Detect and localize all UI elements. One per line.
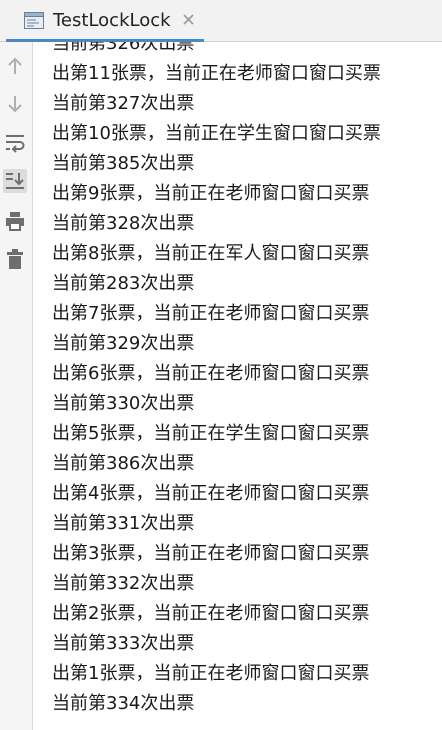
- console-line: 出第9张票，当前正在老师窗口窗口买票: [52, 183, 370, 204]
- console-lines: 当前第326次出票出第11张票，当前正在老师窗口窗口买票 当前第327次出票出第1…: [52, 42, 381, 719]
- console-output[interactable]: 当前第326次出票出第11张票，当前正在老师窗口窗口买票 当前第327次出票出第1…: [33, 42, 442, 730]
- tab-label: TestLockLock: [53, 10, 171, 31]
- console-line: 出第6张票，当前正在老师窗口窗口买票: [52, 363, 370, 384]
- console-line: 当前第283次出票: [52, 273, 195, 294]
- tab-bar: TestLockLock: [0, 0, 442, 42]
- console-window-icon: [24, 12, 44, 29]
- clear-all-button[interactable]: [3, 247, 27, 271]
- console-line: 出第4张票，当前正在老师窗口窗口买票: [52, 483, 370, 504]
- console-line: 当前第328次出票: [52, 213, 195, 234]
- console-line: 出第3张票，当前正在老师窗口窗口买票: [52, 543, 370, 564]
- console-line: 出第5张票，当前正在学生窗口窗口买票: [52, 423, 370, 444]
- console-line: 出第1张票，当前正在老师窗口窗口买票: [52, 663, 370, 684]
- close-icon[interactable]: [181, 12, 196, 27]
- up-arrow-icon: [8, 57, 22, 74]
- console-toolbar: [0, 42, 33, 730]
- console-line: 当前第386次出票: [52, 453, 195, 474]
- print-button[interactable]: [3, 209, 27, 233]
- console-line: 当前第327次出票: [52, 93, 195, 114]
- print-icon: [6, 212, 24, 231]
- trash-icon: [7, 249, 23, 269]
- console-line: 当前第330次出票: [52, 393, 195, 414]
- up-arrow-button[interactable]: [3, 54, 27, 78]
- soft-wrap-icon: [6, 135, 25, 153]
- down-arrow-icon: [8, 96, 22, 113]
- scroll-to-end-button[interactable]: [3, 169, 27, 193]
- tab-testlocklock[interactable]: TestLockLock: [6, 0, 204, 42]
- down-arrow-button[interactable]: [3, 92, 27, 116]
- console-line: 当前第329次出票: [52, 333, 195, 354]
- console-line: 当前第331次出票: [52, 513, 195, 534]
- soft-wrap-button[interactable]: [3, 131, 27, 155]
- console-line: 当前第385次出票: [52, 153, 195, 174]
- scroll-to-end-icon: [6, 173, 24, 189]
- console-line: 出第2张票，当前正在老师窗口窗口买票: [52, 603, 370, 624]
- console-line: 出第11张票，当前正在老师窗口窗口买票: [52, 63, 381, 84]
- console-line: 出第10张票，当前正在学生窗口窗口买票: [52, 123, 381, 144]
- console-line: 当前第332次出票: [52, 573, 195, 594]
- console-line: 出第7张票，当前正在老师窗口窗口买票: [52, 303, 370, 324]
- console-line: 当前第334次出票: [52, 693, 195, 714]
- console-line: 当前第326次出票: [52, 42, 195, 54]
- console-line: 出第8张票，当前正在军人窗口窗口买票: [52, 243, 370, 264]
- console-line: 当前第333次出票: [52, 633, 195, 654]
